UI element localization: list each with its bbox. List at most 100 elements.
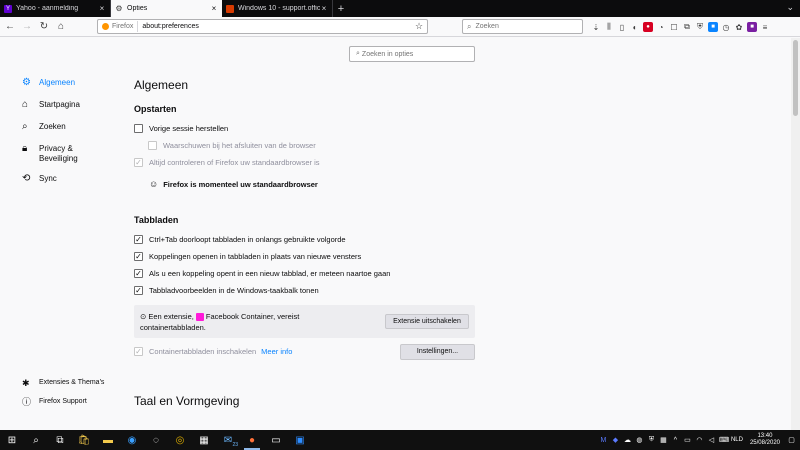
preferences-sidebar: ⚙ Algemeen ⌂ Startpagina ⌕ Zoeken 🔒︎ Pri… (22, 78, 122, 196)
library-icon[interactable]: ⫼ (604, 22, 614, 32)
tab-yahoo[interactable]: Y Yahoo - aanmelding × (0, 0, 111, 17)
gmail-icon[interactable]: M (599, 437, 608, 444)
restore-session-checkbox[interactable] (134, 124, 143, 133)
edge-icon[interactable]: ◉ (120, 430, 144, 450)
adblock-icon[interactable]: ● (643, 22, 653, 32)
sidebar-item-label: Zoeken (39, 122, 66, 131)
search-input[interactable]: ⌕ Zoeken (462, 19, 583, 34)
shield-icon[interactable]: ⛨ (695, 22, 705, 32)
windows-start-icon[interactable]: ⊞ (0, 430, 24, 450)
ctrl-tab-option[interactable]: ✓ Ctrl+Tab doorloopt tabbladen in onlang… (134, 231, 479, 248)
sidebar-item-privacy[interactable]: 🔒︎ Privacy & Beveiliging (22, 144, 122, 174)
disable-extension-button[interactable]: Extensie uitschakelen (385, 314, 469, 329)
startup-heading: Opstarten (134, 104, 177, 114)
onedrive-icon[interactable]: ☁ (623, 436, 632, 444)
sidebar-item-algemeen[interactable]: ⚙ Algemeen (22, 78, 122, 100)
checkbox-icon[interactable]: ☐ (669, 22, 679, 32)
search-icon[interactable]: ⌕ (24, 430, 48, 450)
home-icon[interactable]: ⌂ (54, 20, 68, 34)
url-value[interactable]: about:preferences (138, 23, 415, 30)
file-explorer-icon[interactable]: ▬ (96, 430, 120, 450)
ie-icon[interactable]: ◌ (144, 430, 168, 450)
tab-windows-support[interactable]: Windows 10 - support.office... × (222, 0, 333, 17)
account-icon[interactable]: ◷ (721, 22, 731, 32)
sidebar-item-extensions[interactable]: ✱ Extensies & Thema's (22, 378, 104, 397)
forward-icon[interactable]: → (20, 20, 34, 34)
back-icon[interactable]: ← (3, 20, 17, 34)
reload-icon[interactable]: ↻ (37, 20, 51, 34)
clock-time: 13:40 (757, 433, 773, 439)
extension-notice-prefix: Een extensie, (148, 311, 194, 321)
learn-more-link[interactable]: Meer info (261, 347, 292, 356)
identity-box[interactable]: Firefox (98, 21, 139, 32)
sidebar-item-sync[interactable]: ⟲ Sync (22, 174, 122, 196)
sidebar-item-label: Startpagina (39, 100, 80, 109)
app-tray-icon[interactable]: ▦ (659, 436, 668, 444)
firefox-icon[interactable]: ● (240, 430, 264, 450)
scrollbar-thumb[interactable] (793, 40, 798, 116)
url-bar[interactable]: Firefox about:preferences ☆ (97, 19, 428, 34)
volume-icon[interactable]: ◁ (707, 436, 716, 444)
check-default-checkbox: ✓ (134, 158, 143, 167)
wifi-icon[interactable]: ◠ (695, 436, 704, 444)
taskbar-previews-checkbox[interactable]: ✓ (134, 286, 143, 295)
tab-opties[interactable]: ⚙ Opties × (111, 0, 222, 17)
facebook-container-icon[interactable]: ■ (747, 22, 757, 32)
battery-icon[interactable]: ▭ (683, 436, 692, 444)
star-icon[interactable]: ☆ (415, 21, 427, 32)
tabs-section: Tabbladen ✓ Ctrl+Tab doorloopt tabbladen… (134, 215, 479, 360)
warn-on-quit-checkbox (148, 141, 157, 150)
sidebar-item-label: Extensies & Thema's (39, 379, 105, 386)
taskbar-previews-option[interactable]: ✓ Tabbladvoorbeelden in de Windows-taakb… (134, 282, 479, 299)
new-tab-button[interactable]: + (333, 0, 349, 17)
mail-icon[interactable]: ✉ 23 (216, 430, 240, 450)
photos-icon[interactable]: ▭ (264, 430, 288, 450)
clock[interactable]: 13:40 25/08/2020 (750, 433, 780, 447)
close-icon[interactable]: × (210, 4, 218, 13)
switch-to-new-tab-checkbox[interactable]: ✓ (134, 269, 143, 278)
preferences-search-input[interactable]: ⌕ Zoeken in opties (349, 46, 475, 62)
chevron-down-icon[interactable]: ⌄ (786, 2, 794, 13)
sidebar-item-support[interactable]: ⓘ Firefox Support (22, 397, 104, 416)
preferences-search-placeholder: Zoeken in opties (361, 50, 414, 58)
screenshot-icon[interactable]: ⧉ (682, 22, 692, 32)
zoom-icon[interactable]: ▣ (288, 430, 312, 450)
sidebar-item-startpagina[interactable]: ⌂ Startpagina (22, 100, 122, 122)
preferences-main: Algemeen Opstarten Vorige sessie herstel… (134, 78, 479, 408)
container-settings-button[interactable]: Instellingen... (400, 343, 475, 360)
download-icon[interactable]: ⇣ (591, 22, 601, 32)
sidebar-icon[interactable]: ▯ (617, 22, 627, 32)
sidebar-item-label: Algemeen (39, 78, 76, 87)
default-browser-text: Firefox is momenteel uw standaardbrowser (163, 179, 318, 189)
keyboard-icon[interactable]: ⌨ (719, 436, 729, 444)
extension-notice: ⊙ Een extensie, Facebook Container, vere… (134, 305, 475, 338)
scrollbar[interactable] (791, 38, 800, 430)
close-icon[interactable]: × (98, 4, 106, 13)
task-view-icon[interactable]: ⧉ (48, 430, 72, 450)
tabs-heading: Tabbladen (134, 215, 179, 225)
open-links-in-tabs-option[interactable]: ✓ Koppelingen openen in tabbladen in pla… (134, 248, 479, 265)
open-links-in-tabs-checkbox[interactable]: ✓ (134, 252, 143, 261)
preferences-sidebar-footer: ✱ Extensies & Thema's ⓘ Firefox Support (22, 378, 104, 416)
chevron-up-icon[interactable]: ^ (671, 437, 680, 444)
update-icon[interactable]: ◍ (635, 436, 644, 444)
pocket-icon[interactable]: ◐ (630, 22, 640, 32)
language-indicator[interactable]: NLD (731, 437, 743, 443)
store-icon[interactable]: 🛍︎ (72, 430, 96, 450)
close-icon[interactable]: × (320, 4, 328, 13)
restore-session-option[interactable]: Vorige sessie herstellen (134, 120, 479, 137)
pinned-app-icon[interactable]: ▦ (192, 430, 216, 450)
notification-icon[interactable]: ▢ (787, 436, 796, 444)
dropbox-icon[interactable]: ◆ (611, 436, 620, 444)
gear-icon[interactable]: ✿ (734, 22, 744, 32)
container-tabs-option: ✓ Containertabbladen inschakelen Meer in… (134, 343, 479, 360)
tab-title: Windows 10 - support.office... (238, 5, 320, 12)
ctrl-tab-checkbox[interactable]: ✓ (134, 235, 143, 244)
sidebar-item-zoeken[interactable]: ⌕ Zoeken (22, 122, 122, 144)
menu-icon[interactable]: ≡ (760, 22, 770, 32)
security-icon[interactable]: ⛨ (647, 436, 656, 444)
chrome-icon[interactable]: ◎ (168, 430, 192, 450)
container-icon[interactable]: ◔ (656, 22, 666, 32)
switch-to-new-tab-option[interactable]: ✓ Als u een koppeling opent in een nieuw… (134, 265, 479, 282)
extension-icon[interactable]: ■ (708, 22, 718, 32)
